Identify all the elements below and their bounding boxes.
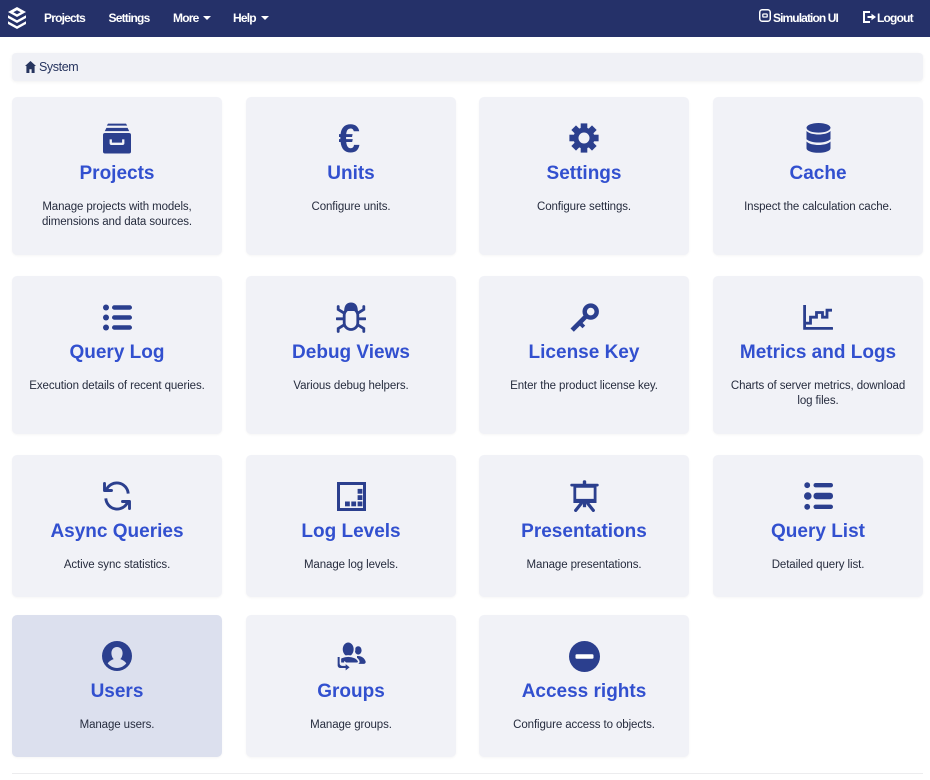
svg-text:€: €	[339, 123, 360, 153]
